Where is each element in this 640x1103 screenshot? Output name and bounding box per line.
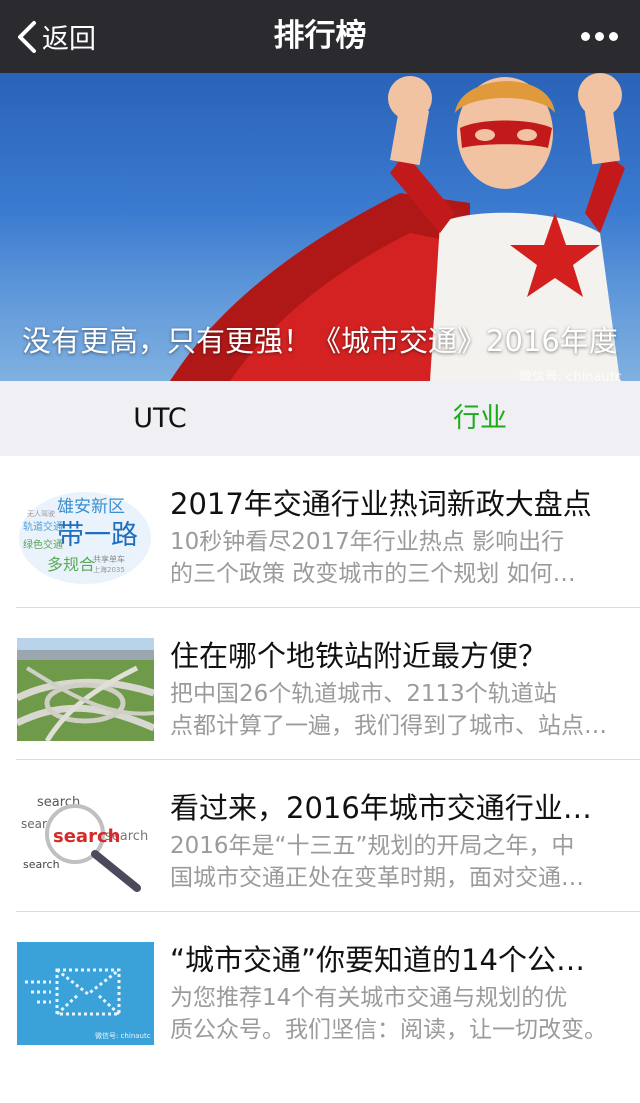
envelope-image: 微信号: chinautc bbox=[17, 942, 154, 1045]
more-dots-icon bbox=[580, 32, 590, 41]
svg-text:共享单车: 共享单车 bbox=[93, 554, 125, 564]
svg-text:无人驾驶: 无人驾驶 bbox=[27, 509, 55, 518]
svg-text:微信号: chinautc: 微信号: chinautc bbox=[95, 1031, 151, 1040]
svg-text:绿色交通: 绿色交通 bbox=[23, 538, 63, 551]
article-thumbnail: 微信号: chinautc bbox=[17, 942, 154, 1045]
more-button[interactable] bbox=[574, 0, 624, 73]
svg-text:雄安新区: 雄安新区 bbox=[57, 497, 125, 517]
wordcloud-image: 雄安新区 带一路 轨道交通 绿色交通 多规合 共享单车 无人驾驶 上海2035 bbox=[17, 486, 154, 589]
article-thumbnail: search search search search search bbox=[17, 790, 154, 893]
svg-text:带一路: 带一路 bbox=[57, 520, 138, 551]
article-title: 2017年交通行业热词新政大盘点 bbox=[170, 487, 592, 521]
back-label: 返回 bbox=[42, 24, 96, 55]
highway-interchange-image bbox=[17, 638, 154, 741]
article-title: 住在哪个地铁站附近最方便？ bbox=[170, 639, 548, 673]
navigation-bar: 返回 排行榜 bbox=[0, 0, 640, 73]
article-title: 看过来，2016年城市交通行业热词 bbox=[170, 791, 610, 825]
article-description: 2016年是“十三五”规划的开局之年，中 国城市交通正处在变革时期，面对交通… bbox=[170, 833, 584, 891]
list-item[interactable]: search search search search search 看过来，2… bbox=[0, 760, 640, 912]
page-title: 排行榜 bbox=[273, 18, 367, 54]
list-item[interactable]: 住在哪个地铁站附近最方便？ 把中国26个轨道城市、2113个轨道站 点都计算了一… bbox=[0, 608, 640, 760]
featured-banner[interactable]: 没有更高，只有更强！《城市交通》2016年度 微信号: chinautc bbox=[0, 73, 640, 381]
article-description: 把中国26个轨道城市、2113个轨道站 点都计算了一遍，我们得到了城市、站点… bbox=[170, 681, 607, 739]
svg-text:search: search bbox=[23, 858, 60, 871]
article-list: 雄安新区 带一路 轨道交通 绿色交通 多规合 共享单车 无人驾驶 上海2035 … bbox=[0, 456, 640, 1064]
svg-text:上海2035: 上海2035 bbox=[93, 565, 125, 574]
chevron-left-icon bbox=[18, 20, 36, 53]
article-title: “城市交通”你要知道的14个公众号 bbox=[170, 943, 610, 977]
list-item[interactable]: 微信号: chinautc “城市交通”你要知道的14个公众号 为您推荐14个有… bbox=[0, 912, 640, 1064]
article-description: 为您推荐14个有关城市交通与规划的优 质公众号。我们坚信：阅读，让一切改变。 bbox=[170, 985, 607, 1043]
banner-caption: 没有更高，只有更强！《城市交通》2016年度 bbox=[22, 324, 618, 358]
category-tabs: UTC 行业 bbox=[0, 381, 640, 456]
article-thumbnail: 雄安新区 带一路 轨道交通 绿色交通 多规合 共享单车 无人驾驶 上海2035 bbox=[17, 486, 154, 589]
tab-industry[interactable]: 行业 bbox=[320, 381, 640, 456]
article-thumbnail bbox=[17, 638, 154, 741]
svg-text:轨道交通: 轨道交通 bbox=[23, 520, 63, 533]
search-magnifier-image: search search search search search bbox=[17, 790, 154, 893]
banner-watermark: 微信号: chinautc bbox=[518, 370, 622, 381]
back-button[interactable]: 返回 bbox=[16, 0, 96, 73]
article-description: 10秒钟看尽2017年行业热点 影响出行 的三个政策 改变城市的三个规划 如何… bbox=[170, 529, 576, 587]
svg-text:search: search bbox=[53, 826, 120, 847]
tab-utc[interactable]: UTC bbox=[0, 381, 320, 456]
svg-text:多规合: 多规合 bbox=[47, 555, 95, 574]
list-item[interactable]: 雄安新区 带一路 轨道交通 绿色交通 多规合 共享单车 无人驾驶 上海2035 … bbox=[0, 456, 640, 608]
